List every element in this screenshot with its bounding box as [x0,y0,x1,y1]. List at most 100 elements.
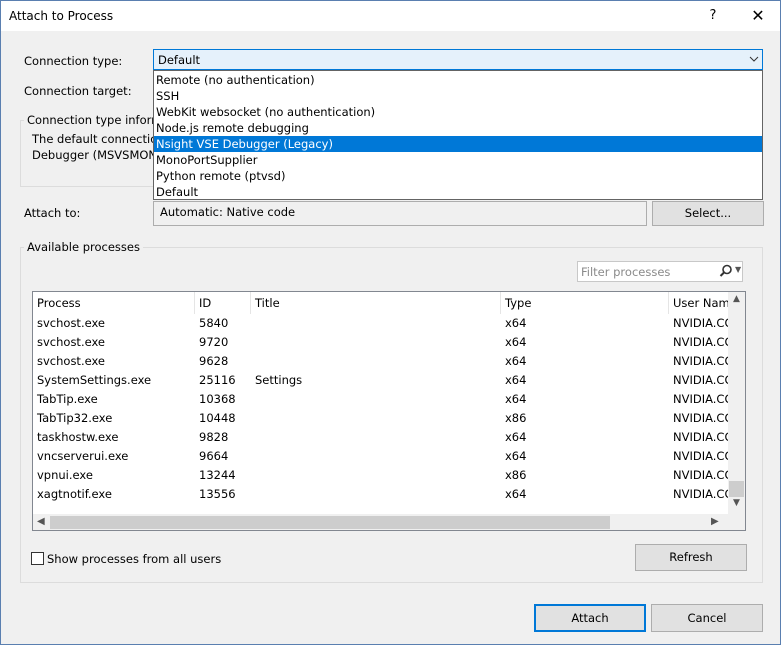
refresh-button[interactable]: Refresh [635,544,747,571]
cell-title: Settings [255,373,303,387]
title-bar: Attach to Process ? ✕ [1,1,780,31]
cell-user-name: NVIDIA.CO [673,468,733,482]
cell-user-name: NVIDIA.CO [673,487,733,501]
dropdown-option[interactable]: Nsight VSE Debugger (Legacy) [154,136,762,152]
help-icon[interactable]: ? [699,4,727,28]
filter-processes-input[interactable] [581,264,711,279]
scroll-right-icon[interactable]: ▶ [711,516,719,527]
dropdown-option[interactable]: SSH [154,88,762,104]
connection-info-title: Connection type informa [24,113,173,127]
table-row[interactable]: TabTip32.exe 10448 x86 NVIDIA.CO [33,409,733,428]
horizontal-scroll-thumb[interactable] [50,516,610,529]
table-row[interactable]: vpnui.exe 13244 x86 NVIDIA.CO [33,466,733,485]
chevron-down-icon[interactable] [749,51,759,70]
cell-id: 9628 [199,354,229,368]
cell-process: svchost.exe [37,335,106,349]
cell-user-name: NVIDIA.CO [673,316,733,330]
dropdown-option[interactable]: MonoPortSupplier [154,152,762,168]
cell-id: 9828 [199,430,229,444]
scroll-up-icon[interactable]: ▲ [728,294,745,304]
connection-type-value: Default [158,53,201,67]
cell-type: x86 [505,411,527,425]
cell-process: xagtnotif.exe [37,487,112,501]
connection-type-dropdown-list: Remote (no authentication) SSH WebKit webs… [153,70,763,200]
filter-options-icon[interactable]: ▼ [735,265,741,274]
cell-user-name: NVIDIA.CO [673,430,733,444]
cell-process: TabTip32.exe [37,411,113,425]
table-row[interactable]: taskhostw.exe 9828 x64 NVIDIA.CO [33,428,733,447]
cell-title [251,352,501,371]
cell-user-name: NVIDIA.CO [673,392,733,406]
connection-type-label: Connection type: [24,54,123,68]
table-row[interactable]: svchost.exe 9720 x64 NVIDIA.CO [33,333,733,352]
column-header-user-name[interactable]: User Nam [669,292,733,314]
cell-user-name: NVIDIA.CO [673,373,733,387]
table-row[interactable]: xagtnotif.exe 13556 x64 NVIDIA.CO [33,485,733,504]
cell-user-name: NVIDIA.CO [673,354,733,368]
scrollbar-corner [728,514,745,530]
scroll-down-icon[interactable]: ▼ [728,498,745,508]
cell-id: 13244 [199,468,236,482]
vertical-scroll-thumb[interactable] [729,481,744,497]
table-row[interactable]: SystemSettings.exe 25116 Settings x64 NVIDIA… [33,371,733,390]
cell-id: 10448 [199,411,236,425]
column-header-type[interactable]: Type [501,292,669,314]
cell-id: 10368 [199,392,236,406]
cell-title [251,314,501,333]
cell-process: svchost.exe [37,316,106,330]
available-processes-title: Available processes [24,240,143,254]
show-all-users-checkbox[interactable] [31,552,44,565]
dropdown-option[interactable]: Python remote (ptvsd) [154,168,762,184]
connection-type-combobox[interactable]: Default [153,49,763,70]
cell-title [251,428,501,447]
cell-id: 5840 [199,316,229,330]
scroll-left-icon[interactable]: ◀ [37,516,45,527]
cell-title [251,409,501,428]
cell-user-name: NVIDIA.CO [673,335,733,349]
cell-type: x64 [505,487,527,501]
cell-process: vpnui.exe [37,468,93,482]
close-icon[interactable]: ✕ [743,4,773,28]
attach-to-label: Attach to: [24,206,81,220]
connection-info-line1: The default connection [32,132,165,146]
cell-title [251,447,501,466]
connection-info-line2: Debugger (MSVSMON. [32,148,161,162]
search-icon[interactable] [718,263,734,279]
cell-title [251,466,501,485]
table-row[interactable]: vncserverui.exe 9664 x64 NVIDIA.CO [33,447,733,466]
table-row[interactable]: TabTip.exe 10368 x64 NVIDIA.CO [33,390,733,409]
cell-type: x64 [505,373,527,387]
dropdown-option[interactable]: Node.js remote debugging [154,120,762,136]
attach-button[interactable]: Attach [534,604,646,632]
attach-to-field: Automatic: Native code [153,201,647,226]
column-header-process[interactable]: Process [33,292,195,314]
cell-type: x64 [505,392,527,406]
column-header-id[interactable]: ID [195,292,251,314]
processes-table[interactable]: Process ID Title Type User Nam svchost.e… [32,291,746,531]
vertical-scrollbar[interactable]: ▲ ▼ [728,292,745,514]
table-row[interactable]: svchost.exe 5840 x64 NVIDIA.CO [33,314,733,333]
cell-type: x64 [505,449,527,463]
horizontal-scrollbar[interactable]: ◀ ▶ [33,514,728,530]
dropdown-option[interactable]: Default [154,184,762,200]
column-header-title[interactable]: Title [251,292,501,314]
cell-user-name: NVIDIA.CO [673,411,733,425]
cell-title [251,333,501,352]
cell-id: 9664 [199,449,229,463]
dropdown-option[interactable]: WebKit websocket (no authentication) [154,104,762,120]
select-button[interactable]: Select... [652,201,764,226]
dropdown-option[interactable]: Remote (no authentication) [154,72,762,88]
cell-type: x64 [505,335,527,349]
cell-user-name: NVIDIA.CO [673,449,733,463]
table-row[interactable]: svchost.exe 9628 x64 NVIDIA.CO [33,352,733,371]
cell-process: vncserverui.exe [37,449,129,463]
show-all-users-label[interactable]: Show processes from all users [47,552,221,566]
attach-to-process-dialog: Attach to Process ? ✕ Connection type: D… [0,0,781,645]
cell-type: x64 [505,316,527,330]
window-title: Attach to Process [9,9,114,23]
connection-target-label: Connection target: [24,84,132,98]
cancel-button[interactable]: Cancel [651,604,763,632]
filter-processes-box[interactable]: ▼ [577,261,743,282]
cell-type: x64 [505,430,527,444]
attach-to-value: Automatic: Native code [160,205,296,219]
